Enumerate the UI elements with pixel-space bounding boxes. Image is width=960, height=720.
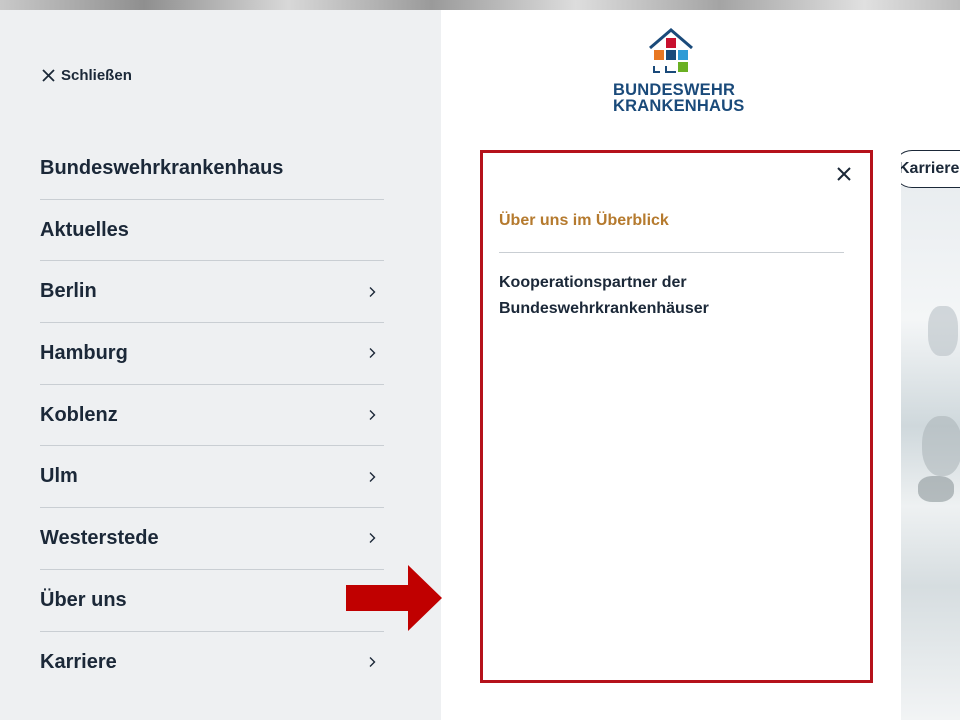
submenu-divider: [499, 252, 844, 253]
menu-item-label: Über uns: [40, 588, 127, 611]
menu-item-hamburg[interactable]: Hamburg: [40, 323, 384, 385]
close-menu-label: Schließen: [61, 66, 132, 84]
logo-line-1: BUNDESWEHR: [613, 81, 736, 99]
chevron-right-icon: [369, 286, 376, 297]
background-hero-image: [900, 186, 960, 720]
close-icon: [837, 167, 851, 181]
menu-item-koblenz[interactable]: Koblenz: [40, 385, 384, 447]
menu-item-label: Ulm: [40, 465, 78, 488]
menu-item-ulm[interactable]: Ulm: [40, 446, 384, 509]
menu-item-westerstede[interactable]: Westerstede: [40, 508, 384, 570]
main-menu-list: Bundeswehrkrankenhaus Aktuelles Berlin Hamb…: [40, 138, 384, 693]
menu-item-label: Berlin: [40, 280, 97, 303]
submenu-link-kooperationspartner[interactable]: Kooperationspartner der Bundeswehrkranke…: [499, 270, 799, 322]
bundeswehrkrankenhaus-logo[interactable]: BUNDESWEHR KRANKENHAUS: [613, 26, 745, 122]
chevron-right-icon: [369, 410, 376, 421]
menu-item-karriere[interactable]: Karriere: [40, 632, 384, 694]
menu-item-label: Westerstede: [40, 526, 159, 549]
menu-item-bundeswehrkrankenhaus[interactable]: Bundeswehrkrankenhaus: [40, 138, 384, 200]
menu-item-label: Hamburg: [40, 341, 128, 364]
close-submenu-button[interactable]: [834, 164, 854, 184]
menu-item-label: Karriere: [40, 650, 117, 673]
menu-item-aktuelles[interactable]: Aktuelles: [40, 200, 384, 262]
close-icon: [42, 68, 55, 82]
menu-item-label: Aktuelles: [40, 218, 129, 241]
karriere-header-button[interactable]: Karriere: [893, 150, 960, 188]
chevron-right-icon: [369, 348, 376, 359]
menu-item-label: Koblenz: [40, 403, 118, 426]
annotation-arrow-icon: [346, 565, 442, 631]
menu-item-über-uns[interactable]: Über uns: [40, 570, 384, 632]
chevron-right-icon: [369, 657, 376, 668]
chevron-right-icon: [369, 533, 376, 544]
submenu-heading-link[interactable]: Über uns im Überblick: [499, 212, 844, 230]
chevron-right-icon: [369, 471, 376, 482]
house-logo-icon: [649, 28, 693, 73]
logo-line-2: KRANKENHAUS: [613, 97, 745, 115]
menu-item-berlin[interactable]: Berlin: [40, 261, 384, 324]
menu-item-label: Bundeswehrkrankenhaus: [40, 156, 284, 179]
background-header-image: [0, 0, 960, 10]
close-menu-button[interactable]: Schließen: [42, 64, 132, 86]
